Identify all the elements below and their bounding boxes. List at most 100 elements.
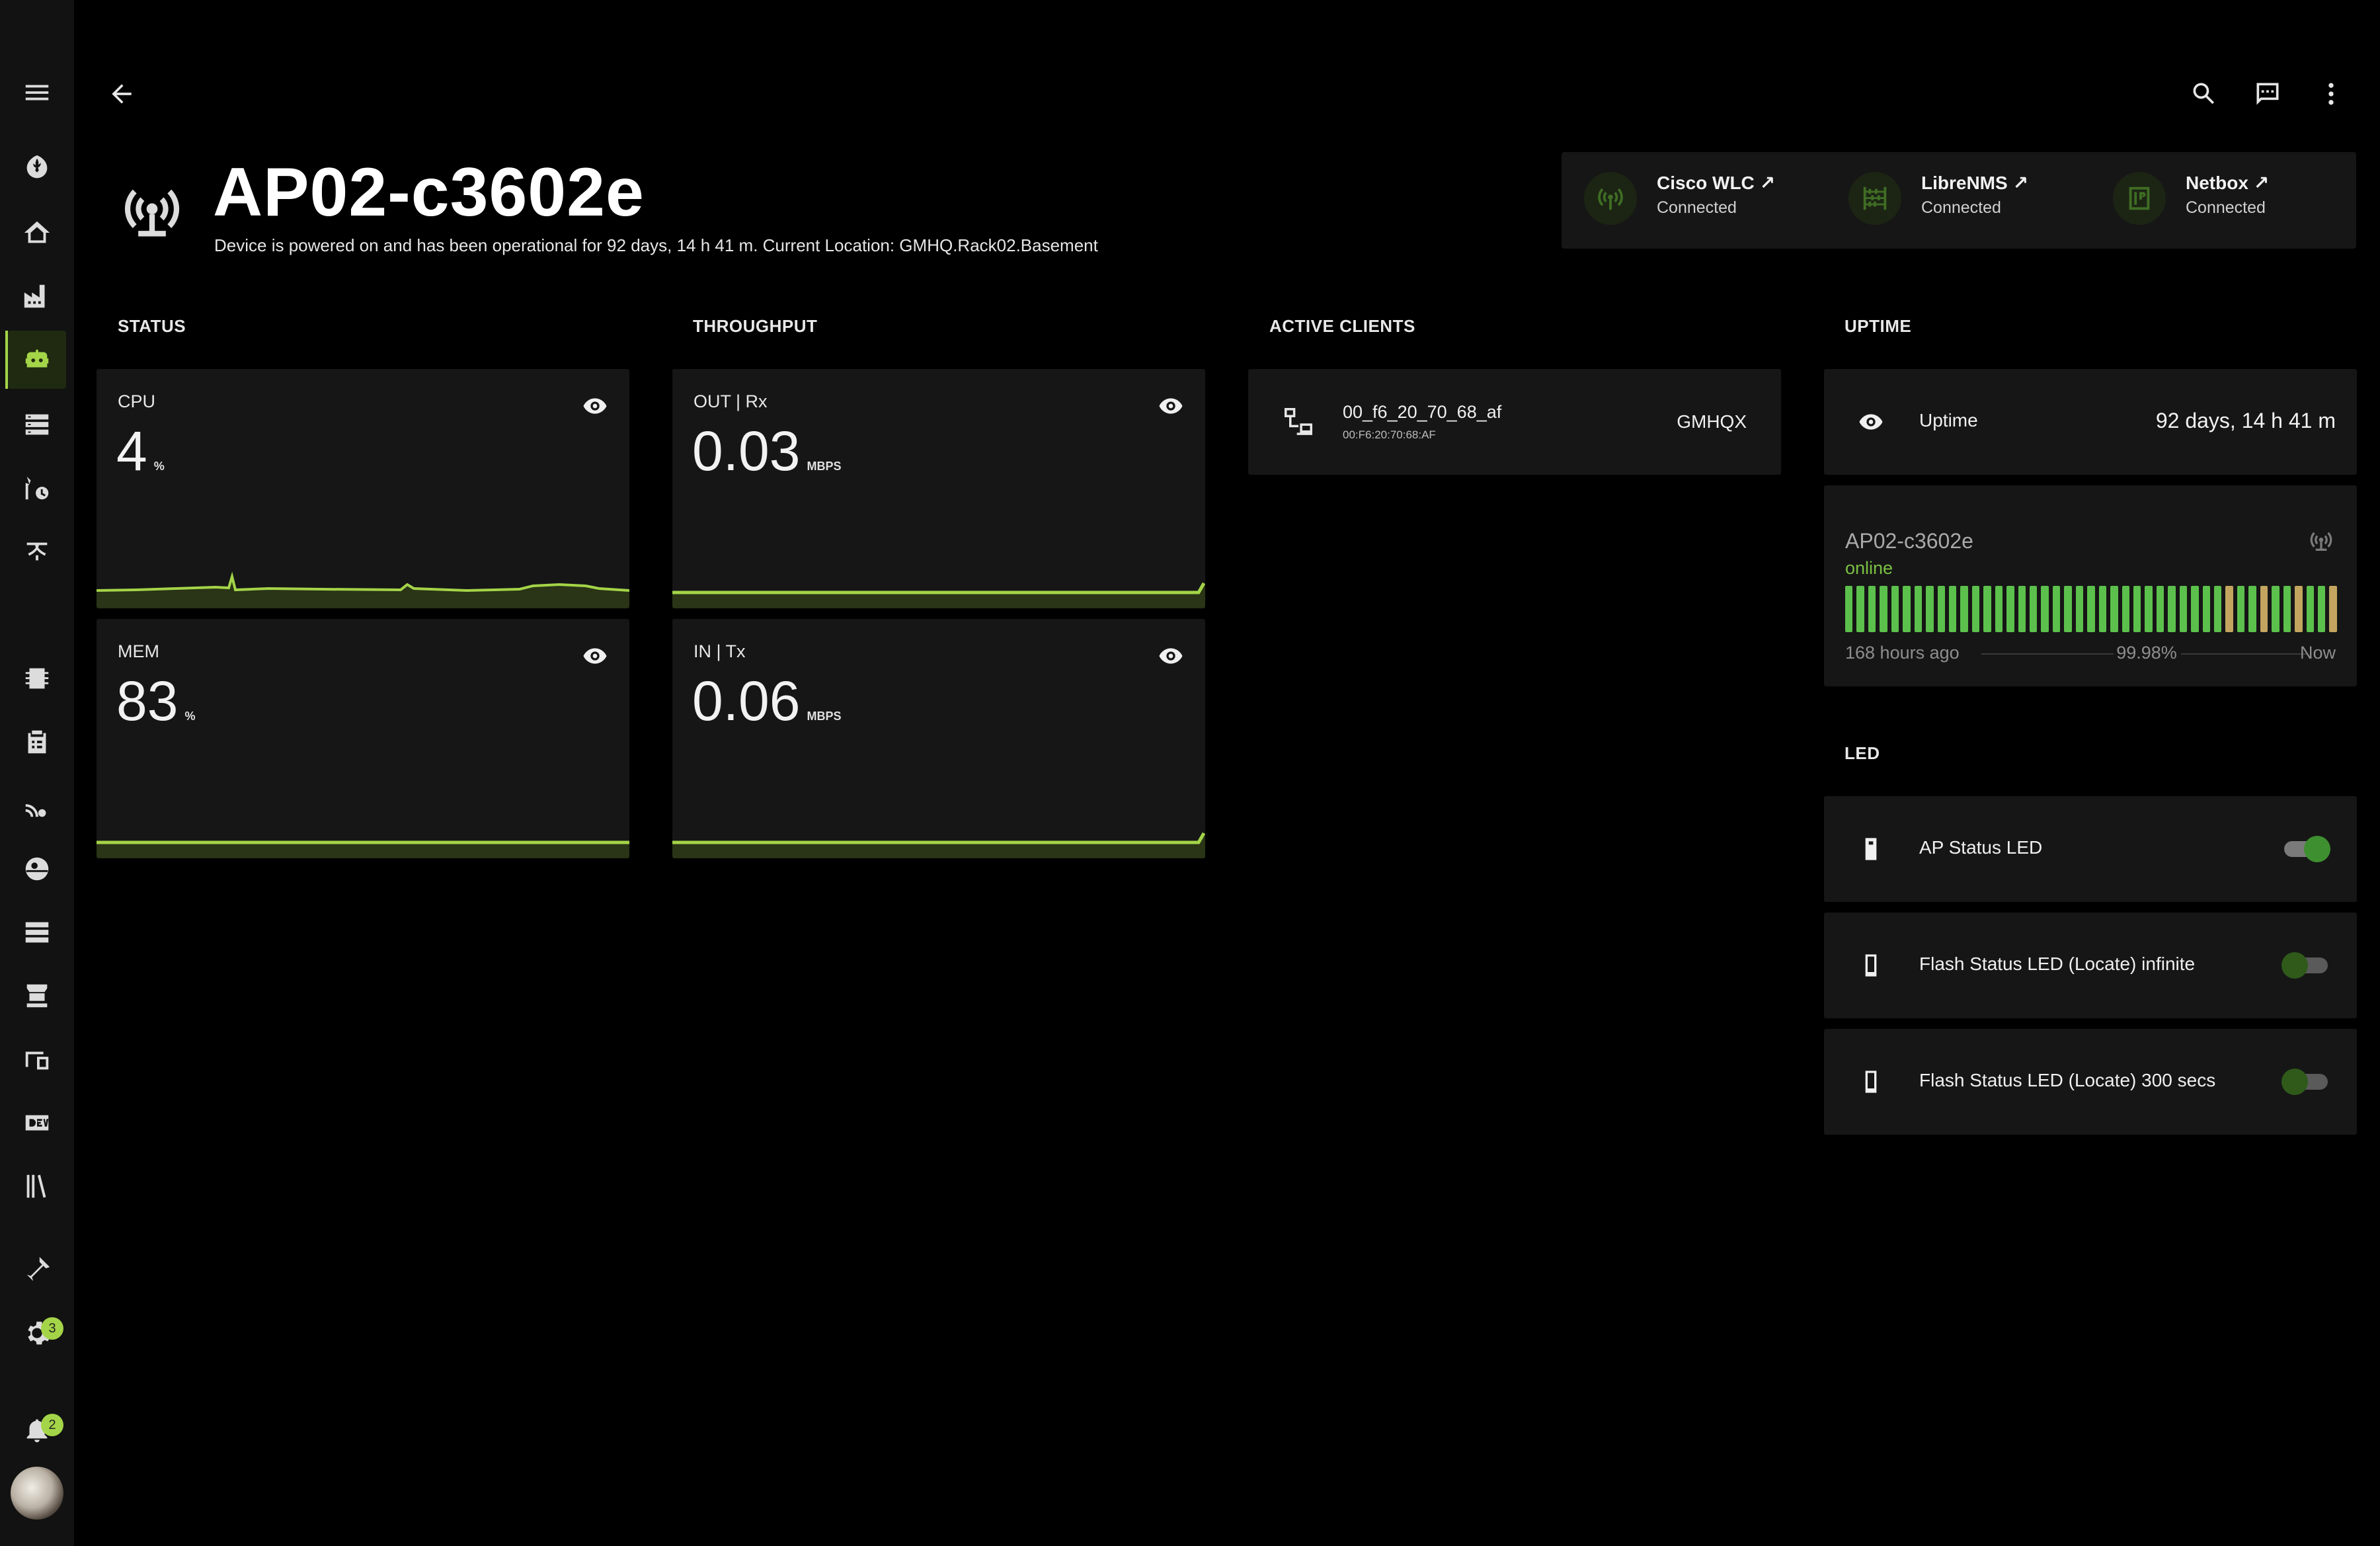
uptime-history-bar[interactable] xyxy=(1948,586,1957,632)
search-icon[interactable] xyxy=(2183,73,2225,115)
uptime-history-bar[interactable] xyxy=(2052,586,2061,632)
abacus-icon xyxy=(1848,172,1901,225)
client-row[interactable]: 00_f6_20_70_68_af 00:F6:20:70:68:AF GMHQ… xyxy=(1248,369,1781,475)
led-row[interactable]: AP Status LED xyxy=(1824,796,2357,902)
client-location: GMHQX xyxy=(1677,411,1747,432)
uptime-history-bar[interactable] xyxy=(2295,586,2303,632)
rebel-logo-icon[interactable] xyxy=(17,148,57,188)
uptime-history-bar[interactable] xyxy=(2317,586,2326,632)
assist-chat-icon[interactable] xyxy=(2246,73,2289,115)
uptime-history-bar[interactable] xyxy=(1937,586,1945,632)
dev-icon[interactable] xyxy=(17,1103,57,1143)
uptime-history-bar[interactable] xyxy=(2041,586,2049,632)
home-icon[interactable] xyxy=(17,213,57,253)
led-toggle[interactable] xyxy=(2281,1066,2330,1098)
uptime-history-bar[interactable] xyxy=(1960,586,1968,632)
uptime-history-bar[interactable] xyxy=(2110,586,2118,632)
uptime-history-bar[interactable] xyxy=(2098,586,2107,632)
integration-name: Cisco WLC ↗ xyxy=(1657,173,1776,193)
hacs-icon[interactable] xyxy=(17,976,57,1016)
uptime-history-bar[interactable] xyxy=(2272,586,2280,632)
uptime-history-bar[interactable] xyxy=(2168,586,2176,632)
factory-icon[interactable] xyxy=(17,276,57,316)
uptime-history-bar[interactable] xyxy=(2133,586,2141,632)
cpu-card[interactable]: CPU 4% xyxy=(97,369,629,608)
settings-badge: 3 xyxy=(41,1317,63,1340)
uptime-history-bar[interactable] xyxy=(2248,586,2256,632)
uptime-history-bar[interactable] xyxy=(1971,586,1980,632)
uptime-history-bar[interactable] xyxy=(2122,586,2129,632)
remote-icon xyxy=(1854,833,1887,866)
uptime-history-bar[interactable] xyxy=(1880,586,1887,632)
robot-icon[interactable] xyxy=(17,340,57,380)
uptime-history-bar[interactable] xyxy=(2018,586,2026,632)
mem-card[interactable]: MEM 83% xyxy=(97,619,629,858)
uptime-history-bar[interactable] xyxy=(2214,586,2222,632)
led-label: AP Status LED xyxy=(1919,837,2043,858)
throughput-out-sparkline xyxy=(672,582,1205,608)
uptime-history-bar[interactable] xyxy=(2191,586,2199,632)
uptime-history-bar[interactable] xyxy=(1995,586,2003,632)
uptime-history-bar[interactable] xyxy=(2179,586,2188,632)
uptime-history-bar[interactable] xyxy=(2075,586,2084,632)
uptime-history-bar[interactable] xyxy=(1845,586,1853,632)
section-title-active-clients: ACTIVE CLIENTS xyxy=(1269,316,1415,336)
uptime-history-bar[interactable] xyxy=(1903,586,1911,632)
uptime-history-bar[interactable] xyxy=(2283,586,2291,632)
integration-status: Connected xyxy=(1921,198,2001,217)
uptime-history-bar[interactable] xyxy=(2156,586,2164,632)
uptime-history-bar[interactable] xyxy=(2087,586,2095,632)
uptime-history-bar[interactable] xyxy=(2237,586,2245,632)
uptime-history-bar[interactable] xyxy=(2329,586,2337,632)
uptime-history-bar[interactable] xyxy=(2202,586,2210,632)
uptime-history-bar[interactable] xyxy=(1914,586,1923,632)
uptime-history-bar[interactable] xyxy=(1856,586,1864,632)
led-row[interactable]: Flash Status LED (Locate) infinite xyxy=(1824,913,2357,1018)
led-toggle[interactable] xyxy=(2281,833,2330,865)
throughput-out-card[interactable]: OUT | Rx 0.03 MBPS xyxy=(672,369,1205,608)
chip-icon[interactable] xyxy=(17,659,57,698)
server-icon[interactable] xyxy=(17,405,57,444)
wrench-clock-icon[interactable] xyxy=(17,468,57,508)
uptime-history-bar[interactable] xyxy=(1891,586,1899,632)
uptime-history-bar[interactable] xyxy=(1868,586,1876,632)
led-row[interactable]: Flash Status LED (Locate) 300 secs xyxy=(1824,1029,2357,1135)
uptime-history-bar[interactable] xyxy=(2145,586,2153,632)
uptime-history-bar[interactable] xyxy=(2006,586,2014,632)
hammer-icon[interactable] xyxy=(17,1250,57,1289)
access-point-icon xyxy=(119,179,185,245)
led-toggle[interactable] xyxy=(2281,950,2330,981)
uptime-history-bar[interactable] xyxy=(2030,586,2038,632)
uptime-history-bar[interactable] xyxy=(2260,586,2268,632)
client-name: 00_f6_20_70_68_af xyxy=(1343,402,1502,422)
eye-icon[interactable] xyxy=(579,390,611,422)
uptime-history-card[interactable]: AP02-c3602e online 168 hours ago 99.98% … xyxy=(1824,485,2357,686)
list-icon[interactable] xyxy=(17,913,57,952)
uptime-history-bar[interactable] xyxy=(2306,586,2314,632)
avatar[interactable] xyxy=(11,1467,63,1520)
more-vert-icon[interactable] xyxy=(2310,73,2352,115)
throughput-in-value: 0.06 MBPS xyxy=(692,669,842,733)
devices-icon[interactable] xyxy=(17,1039,57,1079)
eye-icon[interactable] xyxy=(579,640,611,672)
eye-icon[interactable] xyxy=(1155,640,1187,672)
throughput-out-label: OUT | Rx xyxy=(694,391,768,411)
throughput-in-sparkline xyxy=(672,832,1205,858)
integration-status: Connected xyxy=(1657,198,1737,217)
uptime-row[interactable]: Uptime 92 days, 14 h 41 m xyxy=(1824,369,2357,475)
mem-sparkline xyxy=(97,840,629,858)
uptime-history-bar[interactable] xyxy=(1983,586,1991,632)
eye-icon[interactable] xyxy=(1155,390,1187,422)
library-icon[interactable] xyxy=(17,1166,57,1206)
uptime-history-bar[interactable] xyxy=(2225,586,2233,632)
clipboard-icon[interactable] xyxy=(17,722,57,762)
uptime-history-bar[interactable] xyxy=(1926,586,1934,632)
translate-icon[interactable] xyxy=(17,532,57,571)
uptime-history-bar[interactable] xyxy=(2064,586,2072,632)
throughput-in-card[interactable]: IN | Tx 0.06 MBPS xyxy=(672,619,1205,858)
wireless-icon[interactable] xyxy=(17,786,57,825)
death-star-icon[interactable] xyxy=(17,849,57,889)
back-arrow-icon[interactable] xyxy=(100,73,143,115)
led-label: Flash Status LED (Locate) 300 secs xyxy=(1919,1070,2216,1090)
menu-icon[interactable] xyxy=(17,73,57,112)
